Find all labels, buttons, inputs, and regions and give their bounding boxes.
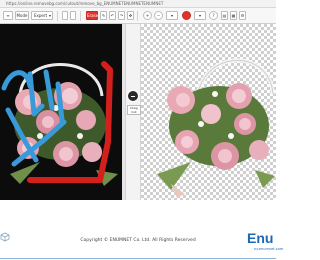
tool-icon-1[interactable] [62,11,68,20]
help-icon[interactable]: ? [209,11,218,20]
mode-select-value: Expert [34,13,48,18]
color-dropdown[interactable]: ▾ [194,11,206,20]
undo-button[interactable]: ↶ [109,11,116,20]
color-swatch-red[interactable] [182,11,191,20]
compare-divider[interactable]: Drag Cut [125,24,141,200]
mode-label: Mode [15,11,29,20]
result-canvas[interactable] [141,24,276,200]
source-canvas[interactable] [0,24,125,200]
grid-icon[interactable]: ▦ [230,11,237,20]
brush-size-control[interactable]: ▾ [166,11,178,20]
canvas-bottom-space [0,200,276,224]
source-photo [1,61,118,186]
zoom-out-icon[interactable]: − [154,11,163,20]
chevron-down-icon: ▾ [48,13,51,18]
redo-button[interactable]: ↷ [118,11,125,20]
footer-rule [0,258,276,259]
result-photo [157,58,275,198]
copyright-text: Copyright © ENUMNET Co. Ltd. All Rights … [80,238,196,243]
mode-select[interactable]: Expert ▾ [31,11,53,20]
address-bar: https://online.removebg.com/cutout/remov… [0,0,276,8]
restore-button[interactable]: ✎ [100,11,107,20]
brand-logo[interactable]: Enu [247,230,273,246]
erase-button[interactable]: Erase [86,11,98,20]
toolbar-separator [137,11,138,21]
drag-handle-icon[interactable] [127,90,139,102]
editor-toolbar: ≡ Mode Expert ▾ Erase ✎ ↶ ↷ ✥ + − ▾ ▾ ? … [0,8,276,24]
layers-icon[interactable]: ▤ [221,11,228,20]
toolbar-separator [80,11,81,21]
page-url: https://online.removebg.com/cutout/remov… [6,1,164,6]
move-icon[interactable]: ✥ [127,11,134,20]
tool-icon-2[interactable] [70,11,76,20]
app-window: https://online.removebg.com/cutout/remov… [0,0,283,260]
bouquet [157,83,275,198]
menu-icon[interactable]: ≡ [3,11,13,20]
settings-icon[interactable]: ⚙ [239,11,246,20]
zoom-in-icon[interactable]: + [143,11,152,20]
brand-subtext: ny.enumnet.com [254,247,284,251]
page-footer: Copyright © ENUMNET Co. Ltd. All Rights … [0,224,283,260]
drag-label: Drag Cut [127,105,141,115]
toolbar-separator [57,11,58,21]
